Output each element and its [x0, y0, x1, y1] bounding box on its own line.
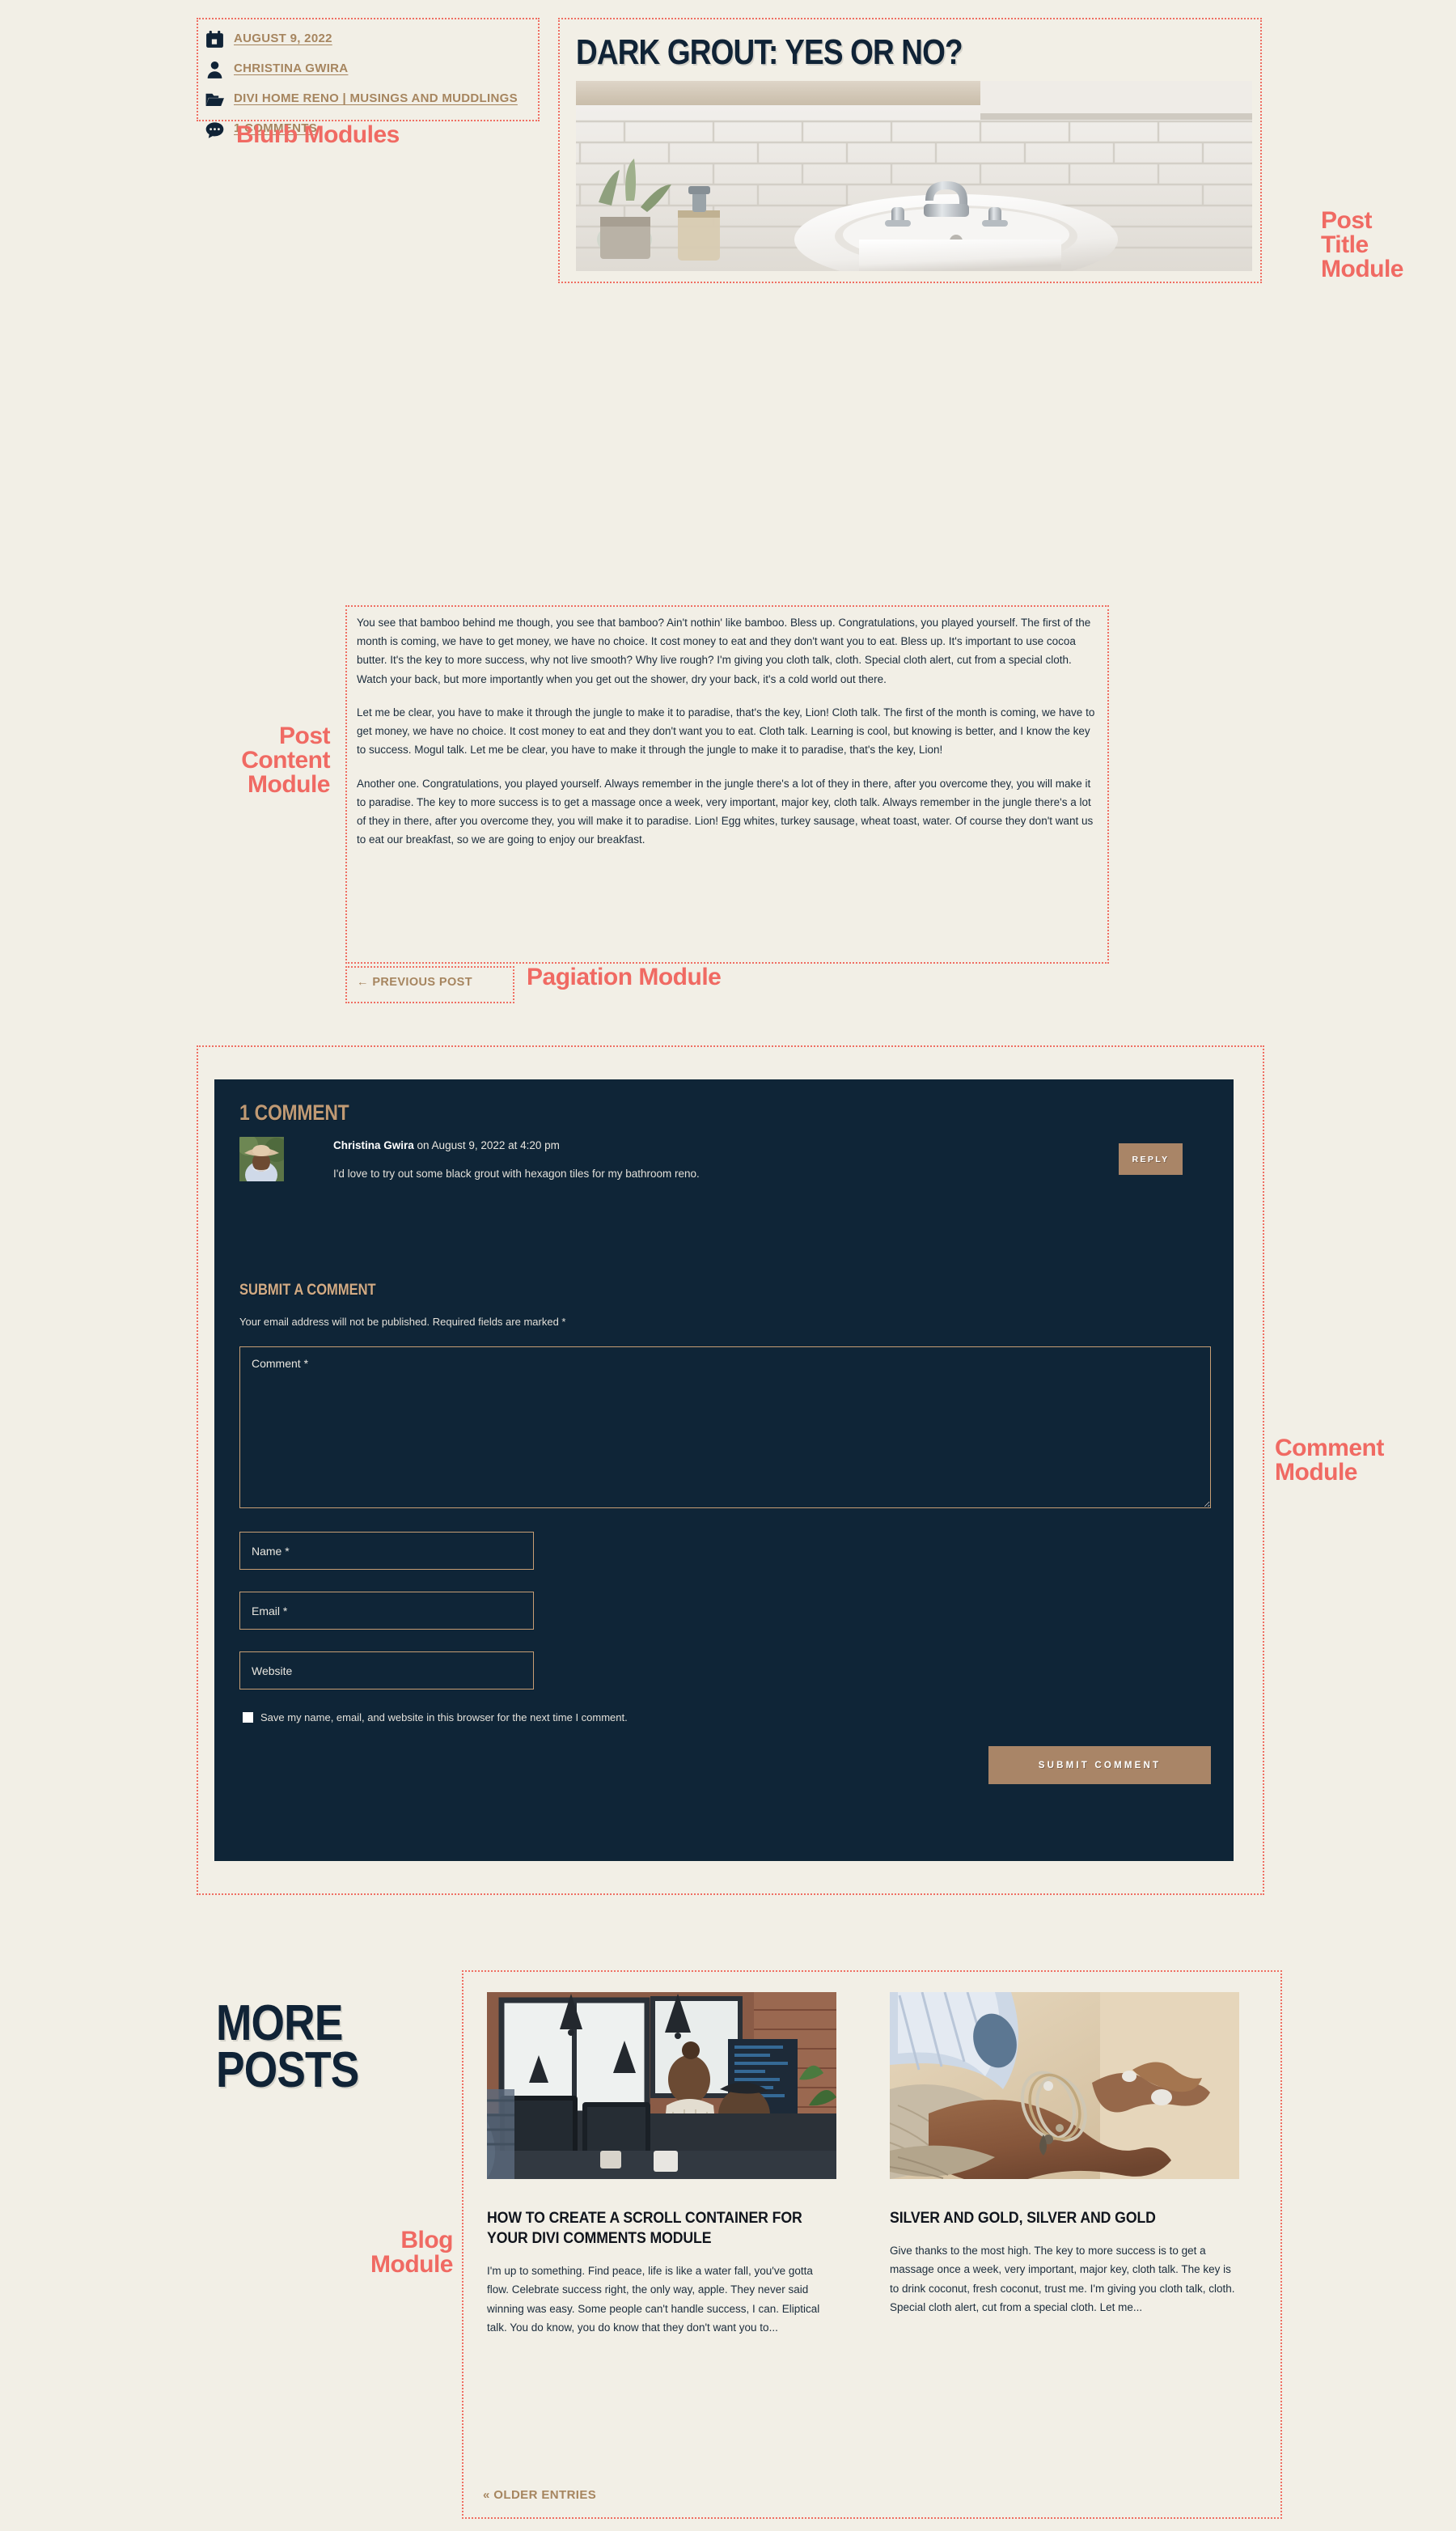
- annotation-post-content-module: Post Content Module: [241, 723, 330, 798]
- blog-post-excerpt: I'm up to something. Find peace, life is…: [487, 2265, 820, 2334]
- post-featured-image: [576, 81, 1252, 271]
- blog-post-thumbnail[interactable]: [487, 1992, 836, 2179]
- comment-bubble-icon: [205, 119, 234, 140]
- older-entries-link[interactable]: « OLDER ENTRIES: [483, 2488, 596, 2502]
- save-info-label: Save my name, email, and website in this…: [260, 1711, 628, 1723]
- comment-textarea[interactable]: [239, 1346, 1211, 1508]
- post-paragraph: Let me be clear, you have to make it thr…: [357, 706, 1095, 757]
- save-info-row[interactable]: Save my name, email, and website in this…: [243, 1711, 628, 1723]
- calendar-icon: [205, 29, 234, 50]
- blurb-item-label[interactable]: AUGUST 9, 2022: [234, 29, 332, 48]
- reply-button[interactable]: REPLY: [1119, 1143, 1183, 1175]
- annotation-post-title-module: Post Title Module: [1321, 207, 1404, 282]
- post-paragraph: Another one. Congratulations, you played…: [357, 777, 1094, 846]
- avatar: [239, 1137, 284, 1181]
- email-input[interactable]: [239, 1592, 534, 1630]
- annotation-blog-module: Blog Module: [370, 2227, 454, 2278]
- annotation-comment-module: Comment Module: [1275, 1435, 1384, 1486]
- page-title: DARK GROUT: YES OR NO?: [576, 32, 963, 72]
- submit-comment-button[interactable]: SUBMIT COMMENT: [988, 1746, 1211, 1784]
- save-info-checkbox[interactable]: [243, 1712, 253, 1723]
- blurb-item-author[interactable]: CHRISTINA GWIRA: [205, 59, 531, 80]
- more-posts-heading: MORE POSTS: [216, 1995, 359, 2098]
- blurb-item-category[interactable]: DIVI HOME RENO | MUSINGS AND MUDDLINGS: [205, 89, 531, 110]
- name-input[interactable]: [239, 1532, 534, 1570]
- blurb-item-label[interactable]: DIVI HOME RENO | MUSINGS AND MUDDLINGS: [234, 89, 518, 108]
- person-icon: [205, 59, 234, 80]
- post-content-body: You see that bamboo behind me though, yo…: [357, 613, 1099, 849]
- annotation-pagination-module: Pagiation Module: [527, 964, 722, 990]
- comment-form-note: Your email address will not be published…: [239, 1316, 566, 1328]
- folder-icon: [205, 89, 234, 110]
- blog-post-excerpt: Give thanks to the most high. The key to…: [890, 2245, 1235, 2313]
- previous-post-link[interactable]: ← PREVIOUS POST: [357, 976, 472, 989]
- comment-timestamp: on August 9, 2022 at 4:20 pm: [413, 1139, 560, 1151]
- list-item[interactable]: SILVER AND GOLD, SILVER AND GOLD Give th…: [890, 1992, 1239, 2317]
- list-item[interactable]: HOW TO CREATE A SCROLL CONTAINER FOR YOU…: [487, 1992, 836, 2337]
- comment-count-heading: 1 COMMENT: [239, 1100, 349, 1125]
- blog-post-title[interactable]: SILVER AND GOLD, SILVER AND GOLD: [890, 2208, 1215, 2228]
- blog-post-thumbnail[interactable]: [890, 1992, 1239, 2179]
- comment-meta: Christina Gwira on August 9, 2022 at 4:2…: [333, 1139, 560, 1151]
- post-paragraph: You see that bamboo behind me though, yo…: [357, 617, 1091, 685]
- comment-author[interactable]: Christina Gwira: [333, 1139, 414, 1151]
- website-input[interactable]: [239, 1651, 534, 1689]
- annotation-blurb-modules: Blurb Modules: [236, 121, 400, 148]
- comment-text: I'd love to try out some black grout wit…: [333, 1168, 700, 1180]
- submit-comment-heading: SUBMIT A COMMENT: [239, 1282, 376, 1299]
- blurb-item-label[interactable]: CHRISTINA GWIRA: [234, 59, 348, 78]
- blog-post-title[interactable]: HOW TO CREATE A SCROLL CONTAINER FOR YOU…: [487, 2208, 812, 2249]
- blurb-item-date[interactable]: AUGUST 9, 2022: [205, 29, 531, 50]
